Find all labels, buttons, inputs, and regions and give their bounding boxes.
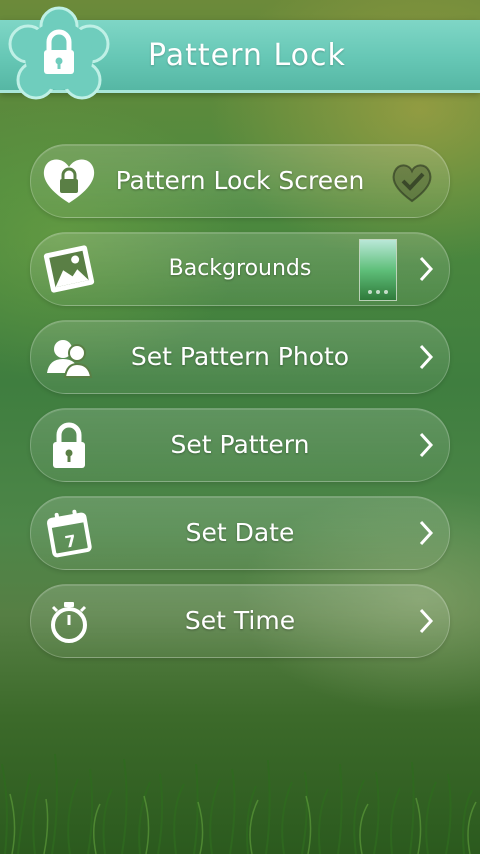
menu-item-backgrounds[interactable]: Backgrounds — [30, 232, 450, 306]
menu-label: Set Date — [185, 518, 295, 547]
chevron-right-icon — [419, 432, 434, 458]
menu-label: Backgrounds — [168, 256, 312, 281]
menu-item-set-pattern-photo[interactable]: Set Pattern Photo — [30, 320, 450, 394]
users-icon — [47, 340, 93, 378]
chevron-right-icon — [419, 344, 434, 370]
padlock-icon — [53, 422, 85, 468]
menu-label: Set Pattern Photo — [130, 342, 350, 371]
menu-item-set-pattern[interactable]: Set Pattern — [30, 408, 450, 482]
background-thumbnail — [359, 239, 397, 301]
chevron-right-icon — [419, 608, 434, 634]
chevron-right-icon — [419, 520, 434, 546]
image-icon — [43, 245, 95, 293]
menu-label: Set Pattern — [170, 430, 310, 459]
menu-item-set-time[interactable]: Set Time — [30, 584, 450, 658]
grass-background — [1, 753, 477, 854]
padlock-icon — [8, 6, 110, 100]
calendar-day: 7 — [63, 531, 77, 552]
chevron-right-icon — [419, 256, 434, 282]
app-title: Pattern Lock — [148, 38, 346, 73]
menu-label: Set Time — [184, 606, 296, 635]
calendar-icon: 7 — [46, 509, 92, 558]
heart-lock-icon — [43, 159, 95, 203]
menu-item-set-date[interactable]: 7 Set Date — [30, 496, 450, 570]
stopwatch-icon — [51, 602, 87, 643]
menu-label: Pattern Lock Screen — [115, 166, 365, 195]
menu-item-pattern-lock-screen[interactable]: Pattern Lock Screen — [30, 144, 450, 218]
checkmark-icon[interactable] — [389, 159, 435, 205]
